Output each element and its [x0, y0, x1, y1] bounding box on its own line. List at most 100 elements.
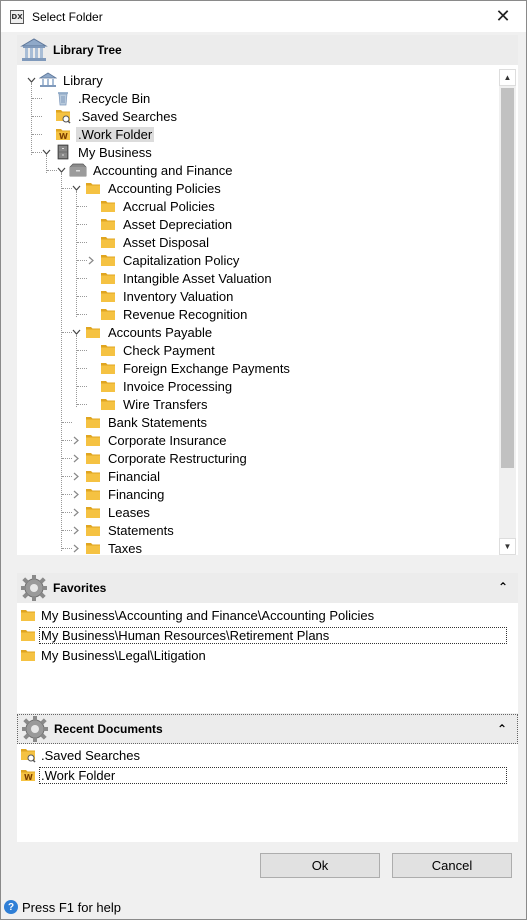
expand-chevron-down-icon[interactable]: [70, 323, 82, 341]
folder-icon: [99, 216, 117, 232]
recent-documents-header[interactable]: Recent Documents ⌃: [17, 714, 518, 744]
list-item[interactable]: My Business\Human Resources\Retirement P…: [17, 625, 518, 645]
tree-node[interactable]: Accounting Policies: [84, 179, 223, 197]
folder-icon: [84, 540, 102, 555]
tree-node[interactable]: Corporate Restructuring: [84, 449, 249, 467]
expand-chevron-right-icon[interactable]: [85, 251, 97, 269]
library-tree[interactable]: ▲ ▼ Library .Recycle Bin .Saved Searches W.…: [17, 69, 518, 555]
tree-node[interactable]: .Recycle Bin: [54, 89, 152, 107]
tree-node[interactable]: Accounting and Finance: [69, 161, 234, 179]
folder-icon: [99, 378, 117, 394]
folder-icon: [99, 306, 117, 322]
saved-searches-icon: [19, 747, 37, 763]
tree-node-label: .Saved Searches: [78, 108, 178, 124]
tree-node-label: Asset Depreciation: [123, 216, 233, 232]
tree-node[interactable]: Corporate Insurance: [84, 431, 229, 449]
folder-icon: [84, 414, 102, 430]
expand-chevron-right-icon[interactable]: [70, 431, 82, 449]
expand-chevron-right-icon[interactable]: [70, 539, 82, 555]
collapse-recent-icon[interactable]: ⌃: [497, 722, 507, 736]
list-item-label: My Business\Human Resources\Retirement P…: [39, 626, 507, 644]
tree-node[interactable]: Capitalization Policy: [99, 251, 241, 269]
expand-chevron-right-icon[interactable]: [70, 521, 82, 539]
folder-icon: [99, 270, 117, 286]
scroll-up-icon[interactable]: ▲: [499, 69, 516, 86]
tree-node[interactable]: My Business: [54, 143, 154, 161]
folder-icon: [84, 450, 102, 466]
tree-node[interactable]: Check Payment: [99, 341, 217, 359]
tree-node[interactable]: Financing: [84, 485, 166, 503]
tree-node[interactable]: Library: [39, 71, 105, 89]
ok-button[interactable]: Ok: [260, 853, 380, 878]
recycle-bin-icon: [54, 90, 72, 106]
tree-connector: [76, 335, 77, 407]
tree-node-label: Accrual Policies: [123, 198, 215, 214]
list-item-label: My Business\Accounting and Finance\Accou…: [41, 607, 375, 623]
list-item[interactable]: .Saved Searches: [17, 745, 518, 765]
folder-icon: [19, 607, 37, 623]
folder-icon: [84, 522, 102, 538]
cancel-button[interactable]: Cancel: [392, 853, 512, 878]
tree-connector: [31, 83, 32, 155]
tree-node-label: Revenue Recognition: [123, 306, 248, 322]
expand-chevron-down-icon[interactable]: [25, 71, 37, 89]
tree-node[interactable]: Taxes: [84, 539, 144, 555]
tree-node[interactable]: Foreign Exchange Payments: [99, 359, 292, 377]
recent-documents-list: .Saved Searches W .Work Folder: [17, 744, 518, 785]
recent-documents-title: Recent Documents: [54, 722, 163, 736]
list-item[interactable]: W .Work Folder: [17, 765, 518, 785]
tree-node-label: Bank Statements: [108, 414, 207, 430]
scroll-down-icon[interactable]: ▼: [499, 538, 516, 555]
expand-chevron-right-icon[interactable]: [70, 503, 82, 521]
tree-node[interactable]: Financial: [84, 467, 162, 485]
tree-node-label: Library: [63, 72, 103, 88]
tree-node-label: Corporate Insurance: [108, 432, 227, 448]
tree-node[interactable]: Bank Statements: [84, 413, 209, 431]
tree-node[interactable]: Invoice Processing: [99, 377, 234, 395]
tree-node[interactable]: Leases: [84, 503, 152, 521]
expand-chevron-right-icon[interactable]: [70, 449, 82, 467]
tree-connector: [77, 278, 87, 279]
tree-connector: [62, 422, 72, 423]
title-bar[interactable]: DX Select Folder ✕: [1, 1, 526, 32]
close-icon[interactable]: ✕: [480, 1, 526, 32]
tree-node-label: Inventory Valuation: [123, 288, 234, 304]
tree-node[interactable]: Wire Transfers: [99, 395, 210, 413]
svg-text:W: W: [59, 132, 68, 141]
tree-node[interactable]: .Saved Searches: [54, 107, 179, 125]
tree-node[interactable]: Statements: [84, 521, 176, 539]
tree-node-label: Leases: [108, 504, 150, 520]
tree-node-label: .Recycle Bin: [78, 90, 151, 106]
work-folder-icon: W: [19, 767, 37, 783]
tree-node-label: .Work Folder: [76, 126, 155, 142]
tree-node-label: Check Payment: [123, 342, 215, 358]
tree-node[interactable]: Accrual Policies: [99, 197, 217, 215]
scroll-thumb[interactable]: [501, 88, 514, 468]
tree-node-label: Financing: [108, 486, 165, 502]
tree-node[interactable]: Revenue Recognition: [99, 305, 249, 323]
favorites-title: Favorites: [53, 581, 107, 595]
help-icon[interactable]: ?: [4, 900, 18, 914]
expand-chevron-down-icon[interactable]: [55, 161, 67, 179]
expand-chevron-down-icon[interactable]: [70, 179, 82, 197]
tree-node-label: Foreign Exchange Payments: [123, 360, 290, 376]
expand-chevron-right-icon[interactable]: [70, 485, 82, 503]
tree-node-label: Corporate Restructuring: [108, 450, 247, 466]
dialog-body: Library Tree ▲ ▼ Library .Recycle Bin .Sav…: [9, 32, 518, 894]
tree-node[interactable]: Asset Disposal: [99, 233, 211, 251]
tree-scrollbar[interactable]: ▲ ▼: [499, 69, 516, 555]
tree-node[interactable]: W .Work Folder: [54, 125, 155, 143]
tree-node[interactable]: Inventory Valuation: [99, 287, 235, 305]
tree-node-label: My Business: [78, 144, 152, 160]
tree-node[interactable]: Intangible Asset Valuation: [99, 269, 274, 287]
expand-chevron-right-icon[interactable]: [70, 467, 82, 485]
expand-chevron-down-icon[interactable]: [40, 143, 52, 161]
collapse-favorites-icon[interactable]: ⌃: [498, 580, 508, 594]
list-item[interactable]: My Business\Legal\Litigation: [17, 645, 518, 665]
list-item[interactable]: My Business\Accounting and Finance\Accou…: [17, 605, 518, 625]
tree-connector: [32, 98, 42, 99]
tree-node[interactable]: Asset Depreciation: [99, 215, 234, 233]
favorites-header[interactable]: Favorites ⌃: [17, 573, 518, 603]
folder-icon: [99, 198, 117, 214]
tree-node[interactable]: Accounts Payable: [84, 323, 214, 341]
